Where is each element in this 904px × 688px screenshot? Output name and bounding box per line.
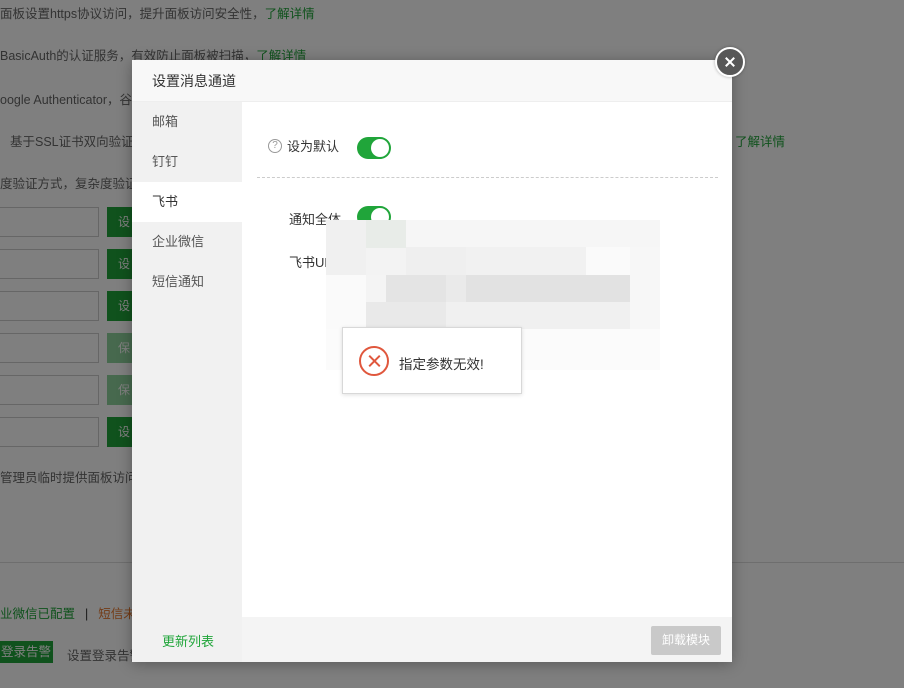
sidebar-item-wecom[interactable]: 企业微信 <box>132 222 242 262</box>
close-icon[interactable] <box>715 47 745 77</box>
dialog-title: 设置消息通道 <box>132 60 732 102</box>
channel-sidebar: 邮箱 钉钉 飞书 企业微信 短信通知 更新列表 <box>132 102 242 662</box>
help-icon[interactable]: ? <box>268 138 282 153</box>
sidebar-item-email[interactable]: 邮箱 <box>132 102 242 142</box>
set-default-toggle[interactable] <box>357 137 391 159</box>
sidebar-item-sms[interactable]: 短信通知 <box>132 262 242 302</box>
sidebar-item-dingtalk[interactable]: 钉钉 <box>132 142 242 182</box>
error-circle-icon <box>359 346 389 376</box>
divider <box>257 177 718 178</box>
set-default-label: 设为默认 <box>287 139 340 154</box>
error-toast: 指定参数无效! <box>342 327 522 394</box>
set-default-row: ? 设为默认 <box>268 136 339 155</box>
toast-message: 指定参数无效! <box>399 357 484 372</box>
sidebar-item-feishu[interactable]: 飞书 <box>132 182 242 222</box>
dialog-footer: 卸载模块 <box>242 617 732 662</box>
refresh-list-link[interactable]: 更新列表 <box>162 631 214 650</box>
unload-module-button[interactable]: 卸载模块 <box>651 626 721 655</box>
